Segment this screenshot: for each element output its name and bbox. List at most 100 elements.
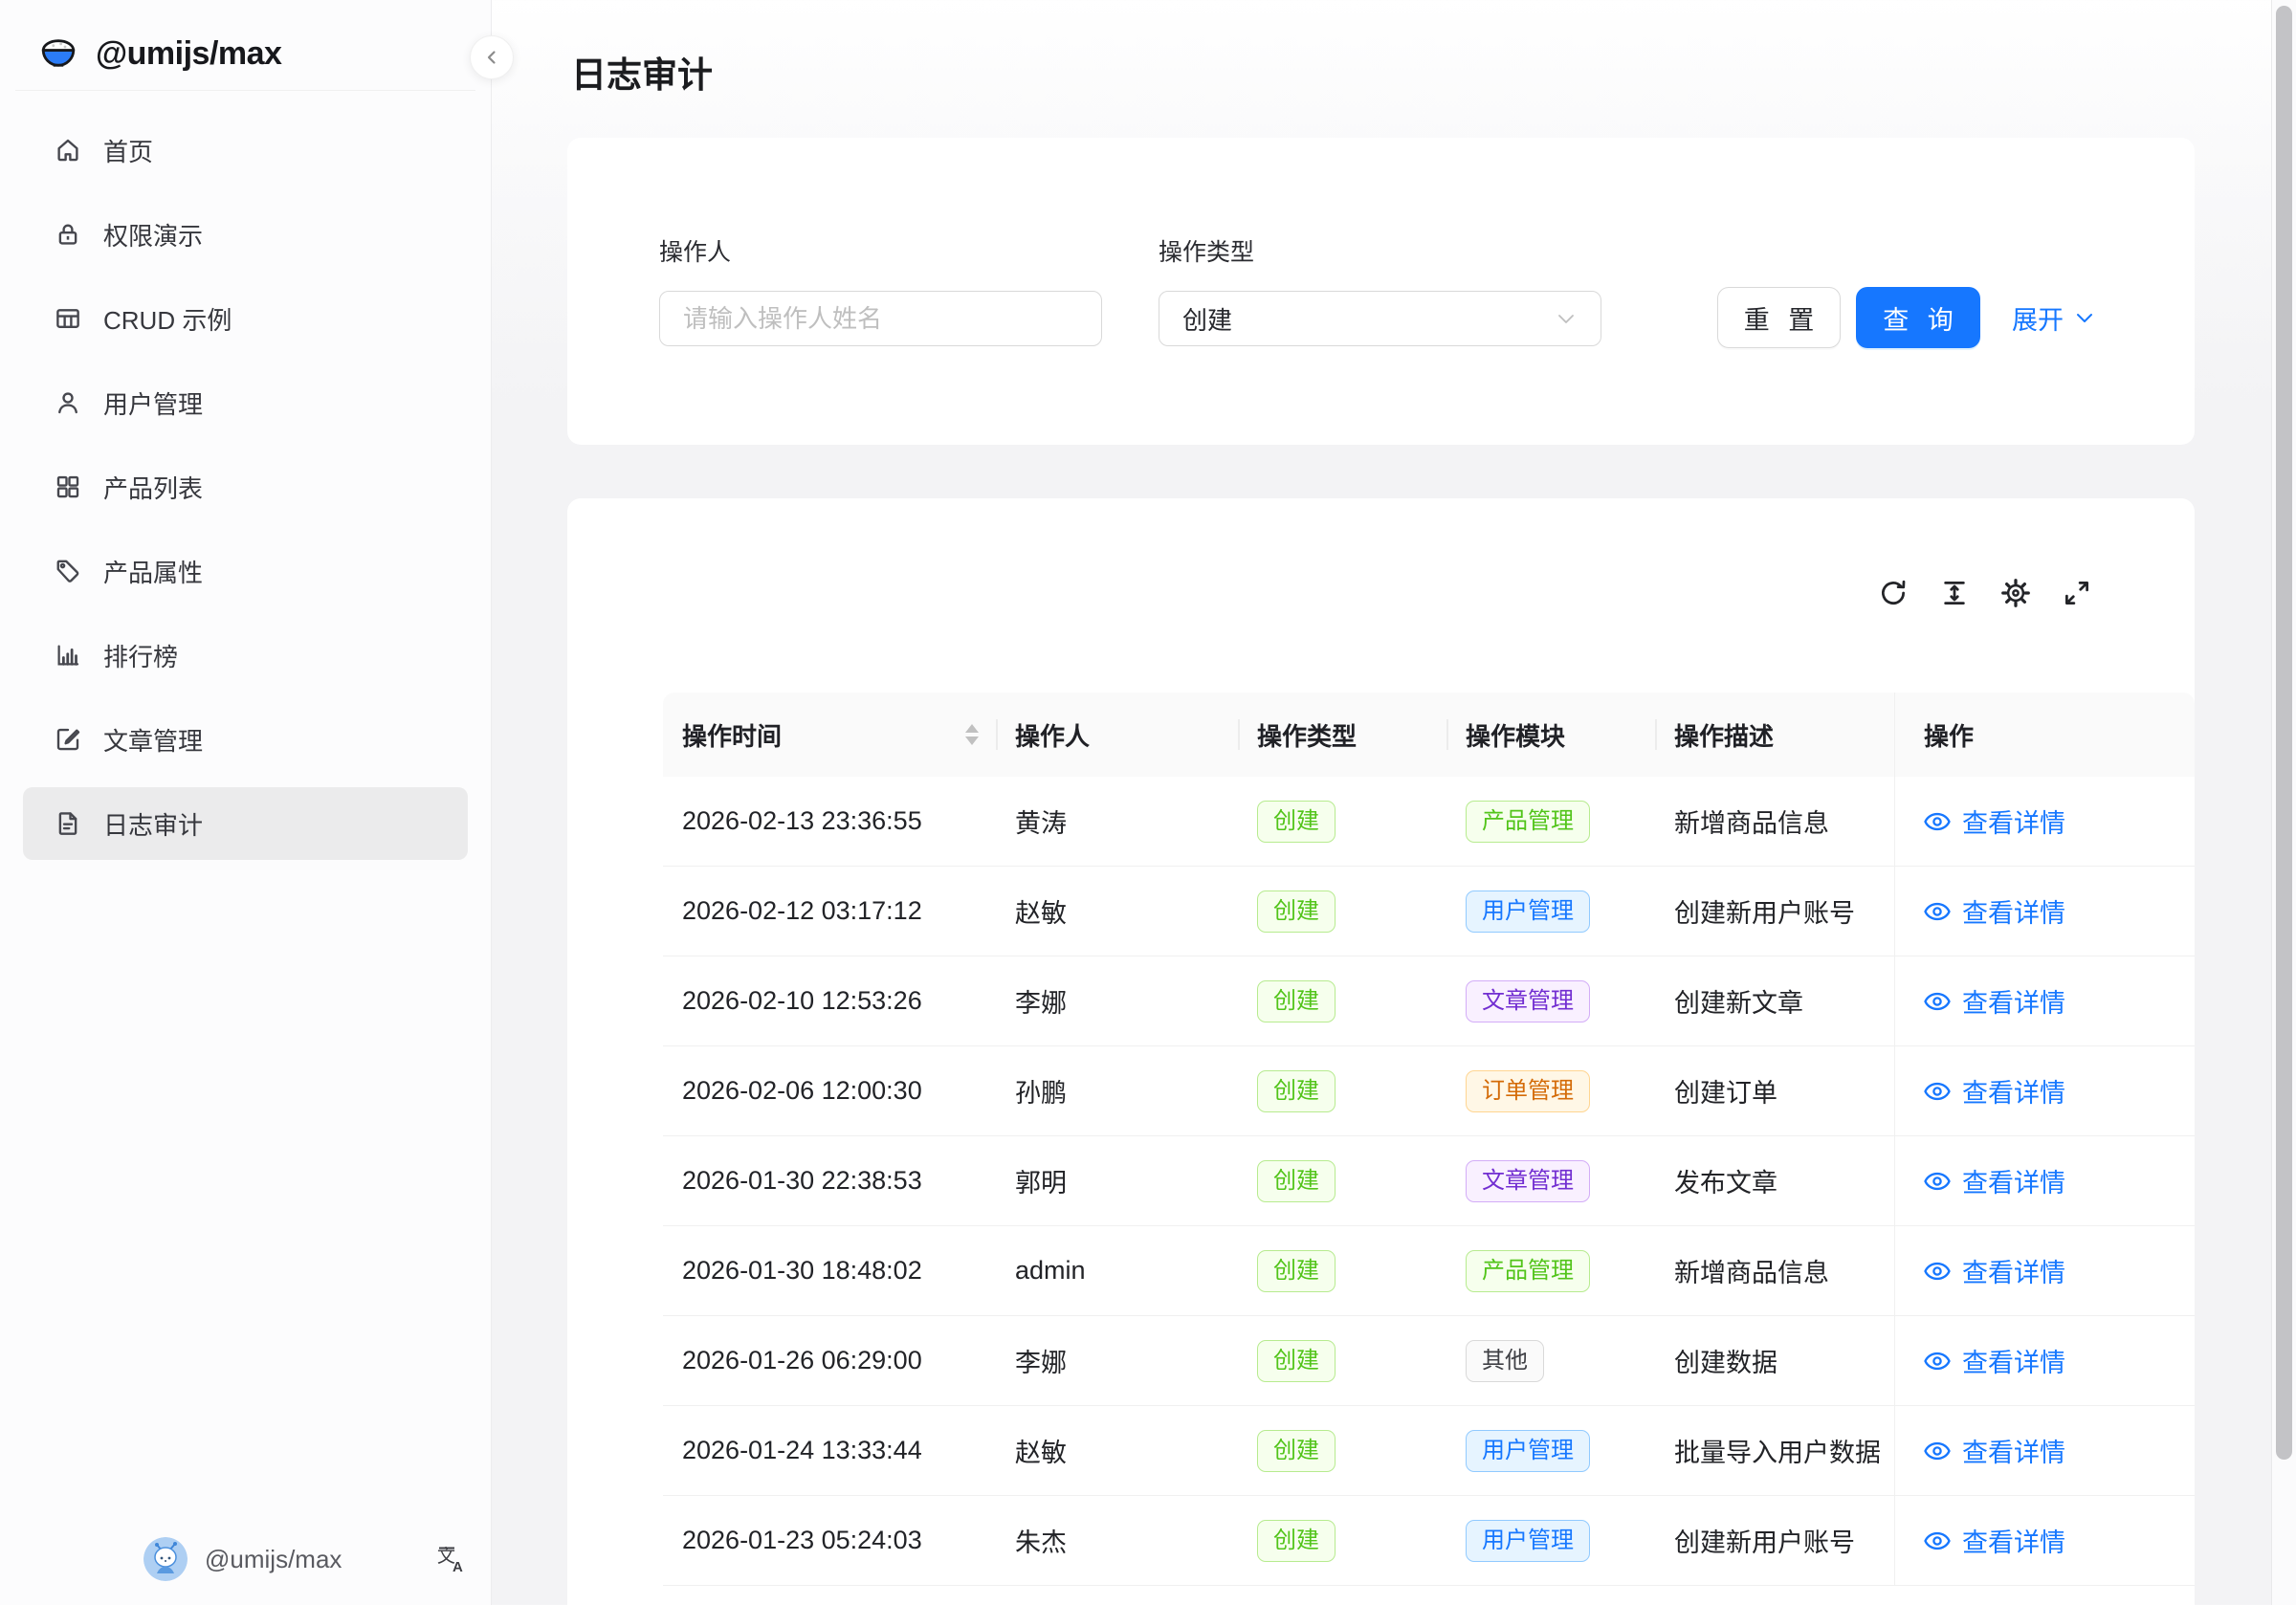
- chevron-down-icon: [1555, 307, 1578, 330]
- type-select-value: 创建: [1182, 301, 1555, 337]
- column-header-module: 操作模块: [1446, 693, 1655, 777]
- user-icon: [54, 388, 82, 417]
- column-header-time[interactable]: 操作时间: [663, 693, 996, 777]
- user-avatar[interactable]: [144, 1537, 188, 1581]
- sidebar-item-articles[interactable]: 文章管理: [23, 703, 468, 776]
- view-details-link[interactable]: 查看详情: [1924, 802, 2065, 840]
- operator-input[interactable]: [683, 304, 1078, 334]
- cell-action: 查看详情: [1894, 1316, 2195, 1405]
- cell-desc: 新增商品信息: [1655, 777, 1894, 866]
- sidebar-collapse-button[interactable]: [470, 35, 514, 79]
- type-tag: 创建: [1257, 1070, 1336, 1112]
- cell-module: 其他: [1446, 1316, 1655, 1405]
- audit-log-table: 操作时间 操作人 操作类型 操作模块 操作描述 操作 2026-02-13 23…: [663, 693, 2195, 1586]
- module-tag: 文章管理: [1466, 1160, 1590, 1202]
- cell-desc: 创建订单: [1655, 1046, 1894, 1135]
- eye-icon: [1924, 1438, 1951, 1464]
- eye-icon: [1924, 808, 1951, 835]
- window-scrollbar: [2271, 0, 2296, 1605]
- eye-icon: [1924, 988, 1951, 1015]
- settings-gear-icon[interactable]: [2001, 579, 2030, 607]
- cell-time: 2026-02-13 23:36:55: [663, 777, 996, 866]
- cell-module: 用户管理: [1446, 1496, 1655, 1585]
- cell-action: 查看详情: [1894, 956, 2195, 1045]
- type-tag: 创建: [1257, 1250, 1336, 1292]
- edit-icon: [54, 725, 82, 754]
- home-icon: [54, 136, 82, 165]
- sidebar-menu: 首页 权限演示 CRUD 示例: [0, 91, 491, 860]
- table-row: 2026-01-30 22:38:53 郭明 创建 文章管理 发布文章 查看详情: [663, 1136, 2195, 1226]
- cell-type: 创建: [1238, 777, 1446, 866]
- type-select[interactable]: 创建: [1159, 291, 1601, 346]
- sidebar-item-products[interactable]: 产品列表: [23, 451, 468, 523]
- expand-toggle[interactable]: 展开: [2012, 287, 2096, 348]
- translate-icon[interactable]: 文 A: [435, 1543, 468, 1575]
- cell-type: 创建: [1238, 867, 1446, 956]
- filter-card: 操作人 操作类型 创建 重 置 查 询 展开: [567, 138, 2195, 445]
- bar-chart-icon: [54, 641, 82, 670]
- cell-module: 用户管理: [1446, 867, 1655, 956]
- sidebar-item-audit-log[interactable]: 日志审计: [23, 787, 468, 860]
- column-header-desc: 操作描述: [1655, 693, 1894, 777]
- type-tag: 创建: [1257, 801, 1336, 843]
- cell-desc: 新增商品信息: [1655, 1226, 1894, 1315]
- type-tag: 创建: [1257, 980, 1336, 1022]
- view-details-link[interactable]: 查看详情: [1924, 1342, 2065, 1379]
- view-details-link[interactable]: 查看详情: [1924, 1072, 2065, 1110]
- cell-module: 产品管理: [1446, 777, 1655, 866]
- module-tag: 用户管理: [1466, 1430, 1590, 1472]
- cell-desc: 创建新用户账号: [1655, 867, 1894, 956]
- sidebar-item-permission[interactable]: 权限演示: [23, 198, 468, 271]
- view-details-link[interactable]: 查看详情: [1924, 1162, 2065, 1199]
- table-row: 2026-01-30 18:48:02 admin 创建 产品管理 新增商品信息…: [663, 1226, 2195, 1316]
- view-details-link[interactable]: 查看详情: [1924, 1252, 2065, 1289]
- reset-button[interactable]: 重 置: [1717, 287, 1841, 348]
- sidebar-item-crud[interactable]: CRUD 示例: [23, 282, 468, 355]
- table-icon: [54, 304, 82, 333]
- cell-operator: 孙鹏: [996, 1046, 1238, 1135]
- fullscreen-icon[interactable]: [2063, 579, 2091, 607]
- cell-time: 2026-01-24 13:33:44: [663, 1406, 996, 1495]
- app-logo: @umijs/max: [0, 0, 491, 82]
- sort-carets-icon[interactable]: [965, 724, 979, 745]
- cell-operator: 朱杰: [996, 1496, 1238, 1585]
- eye-icon: [1924, 1168, 1951, 1195]
- view-details-link[interactable]: 查看详情: [1924, 1522, 2065, 1559]
- cell-type: 创建: [1238, 1316, 1446, 1405]
- lock-icon: [54, 220, 82, 249]
- eye-icon: [1924, 1078, 1951, 1105]
- sidebar-item-label: 产品列表: [103, 470, 203, 505]
- cell-operator: admin: [996, 1226, 1238, 1315]
- density-icon[interactable]: [1940, 579, 1969, 607]
- cell-action: 查看详情: [1894, 1406, 2195, 1495]
- main-content: 日志审计 操作人 操作类型 创建 重 置 查 询 展开: [492, 0, 2296, 1605]
- module-tag: 其他: [1466, 1340, 1544, 1382]
- type-field: 操作类型 创建: [1159, 233, 1601, 346]
- cell-action: 查看详情: [1894, 1226, 2195, 1315]
- cell-desc: 创建新用户账号: [1655, 1496, 1894, 1585]
- cell-module: 文章管理: [1446, 1136, 1655, 1225]
- appstore-icon: [54, 473, 82, 501]
- sidebar-item-attributes[interactable]: 产品属性: [23, 535, 468, 607]
- view-details-link[interactable]: 查看详情: [1924, 892, 2065, 930]
- column-header-action: 操作: [1894, 693, 2195, 777]
- sidebar-item-label: 排行榜: [103, 638, 178, 673]
- cell-operator: 黄涛: [996, 777, 1238, 866]
- sidebar-item-label: 日志审计: [103, 806, 203, 842]
- reload-icon[interactable]: [1879, 579, 1908, 607]
- sidebar-item-users[interactable]: 用户管理: [23, 366, 468, 439]
- app-title: @umijs/max: [96, 35, 281, 73]
- sidebar-item-home[interactable]: 首页: [23, 114, 468, 187]
- query-button[interactable]: 查 询: [1856, 287, 1980, 348]
- cell-operator: 赵敏: [996, 867, 1238, 956]
- module-tag: 订单管理: [1466, 1070, 1590, 1112]
- sidebar-item-label: 权限演示: [103, 217, 203, 253]
- cell-type: 创建: [1238, 1046, 1446, 1135]
- sidebar-item-ranking[interactable]: 排行榜: [23, 619, 468, 692]
- scrollbar-thumb[interactable]: [2276, 6, 2292, 1460]
- expand-label: 展开: [2012, 299, 2064, 337]
- rice-bowl-logo-icon: [38, 33, 78, 74]
- view-details-link[interactable]: 查看详情: [1924, 982, 2065, 1020]
- table-header-row: 操作时间 操作人 操作类型 操作模块 操作描述 操作: [663, 693, 2195, 777]
- view-details-link[interactable]: 查看详情: [1924, 1432, 2065, 1469]
